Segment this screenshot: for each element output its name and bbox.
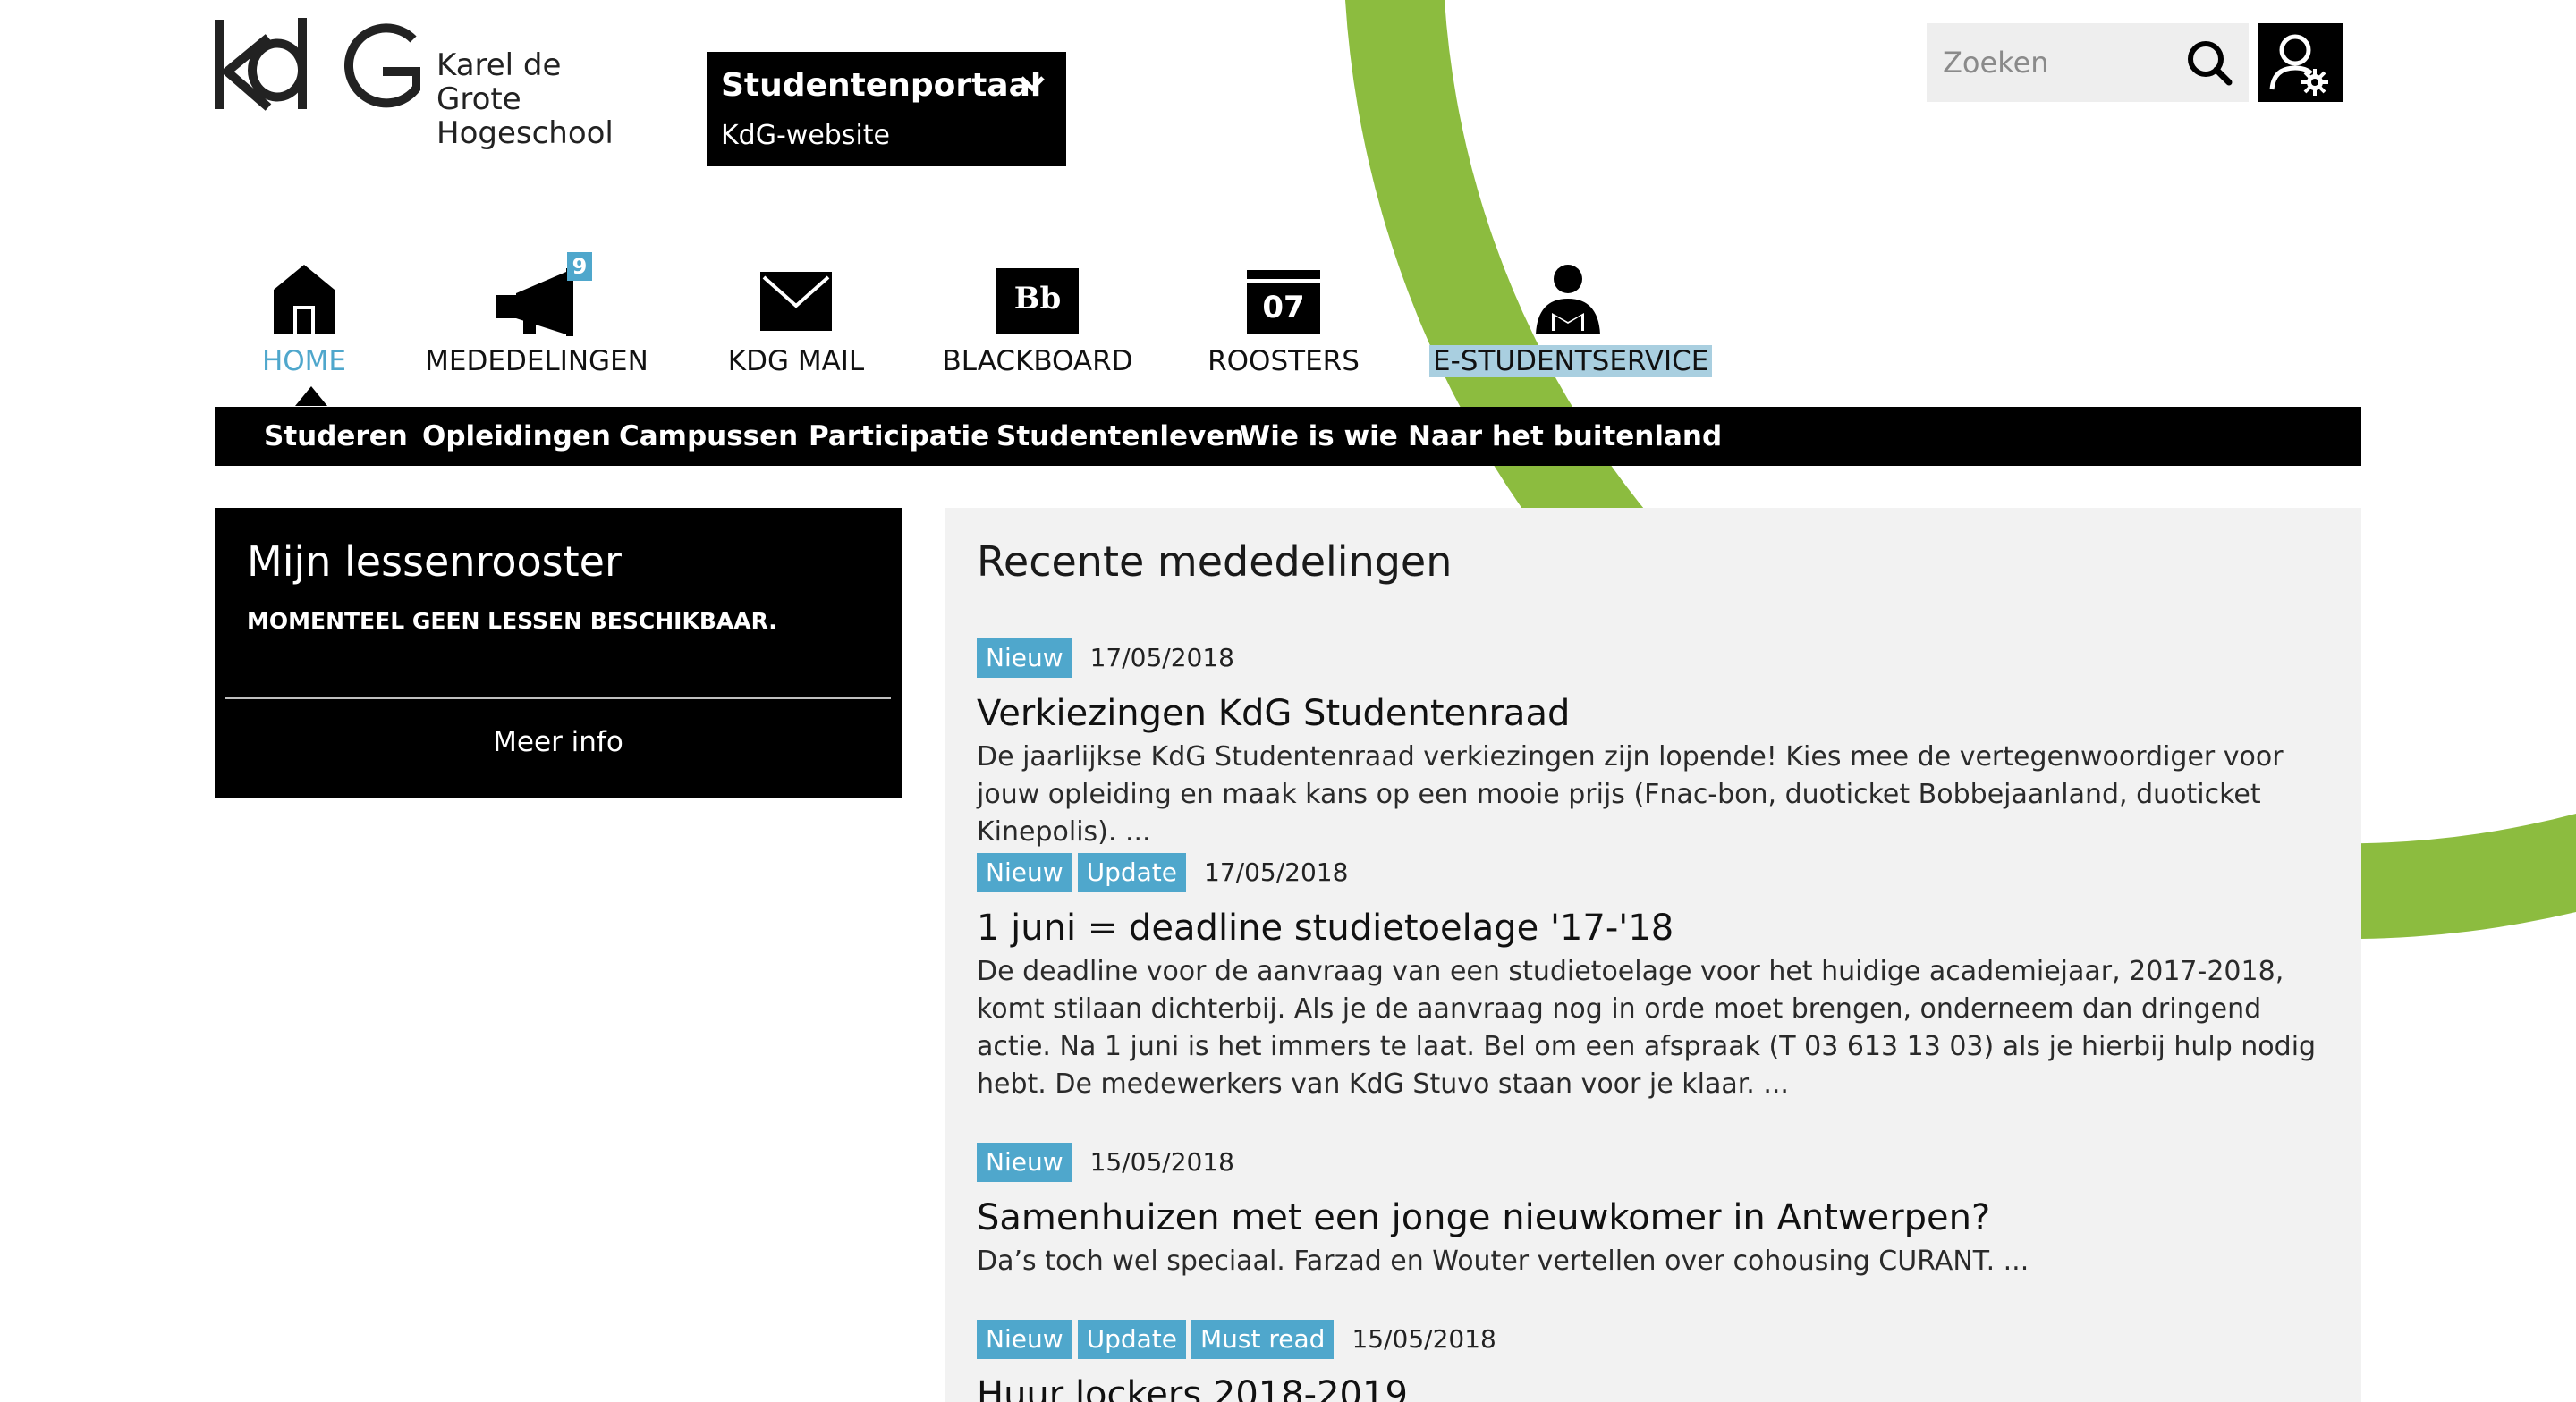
kdg-logo-name: Karel de Grote Hogeschool — [436, 47, 614, 151]
announcement-date: 15/05/2018 — [1352, 1324, 1496, 1354]
nav-kdg-mail[interactable]: KDG MAIL — [716, 252, 877, 384]
nav-home[interactable]: HOME — [242, 252, 367, 384]
calendar-icon-text: 07 — [1262, 290, 1305, 325]
search-box — [1927, 23, 2249, 102]
subnav-item-campussen[interactable]: Campussen — [619, 407, 798, 466]
announcement-date: 17/05/2018 — [1204, 857, 1349, 887]
subnav-item-opleidingen[interactable]: Opleidingen — [422, 407, 611, 466]
schedule-title: Mijn lessenrooster — [247, 537, 622, 586]
subnav-item-participatie[interactable]: Participatie — [809, 407, 989, 466]
nav-kdg-mail-label: KDG MAIL — [727, 345, 865, 377]
announcement-title[interactable]: 1 juni = deadline studietoelage '17-'18 — [977, 905, 2327, 951]
schedule-more-info-link[interactable]: Meer info — [215, 722, 902, 762]
announcement-item[interactable]: Nieuw Update Must read 15/05/2018 Huur lock… — [977, 1320, 2327, 1402]
nav-blackboard-label: BLACKBOARD — [942, 345, 1133, 377]
kdg-logo[interactable]: Karel de Grote Hogeschool — [213, 18, 642, 150]
schedule-divider — [225, 697, 891, 699]
profile-settings-button[interactable] — [2258, 23, 2343, 102]
student-service-icon — [1536, 265, 1600, 334]
tag-badge: Must read — [1191, 1320, 1335, 1359]
tag-badge: Nieuw — [977, 1320, 1072, 1359]
nav-e-studentservice[interactable]: E-STUDENTSERVICE — [1429, 252, 1713, 384]
kdg-logo-mark — [215, 18, 420, 111]
tag-badge: Nieuw — [977, 638, 1072, 678]
announcements-title: Recente mededelingen — [977, 537, 1453, 586]
search-input[interactable] — [1941, 36, 2168, 89]
announcements-panel: Recente mededelingen Nieuw 17/05/2018 Ver… — [945, 508, 2361, 1402]
announcement-title[interactable]: Samenhuizen met een jonge nieuwkomer in … — [977, 1195, 2327, 1241]
announcement-date: 15/05/2018 — [1089, 1147, 1234, 1177]
user-settings-icon — [2269, 34, 2328, 96]
tag-badge: Update — [1077, 853, 1187, 892]
announcement-excerpt: De jaarlijkse KdG Studentenraad verkiezi… — [977, 741, 2284, 848]
announcement-excerpt: Da’s toch wel speciaal. Farzad en Wouter… — [977, 1246, 2029, 1277]
chevron-down-icon[interactable] — [1018, 73, 1046, 95]
home-icon — [274, 265, 335, 334]
sub-navigation: Studeren Opleidingen Campussen Participa… — [215, 407, 2361, 466]
blackboard-icon-text: Bb — [1013, 281, 1062, 317]
tag-badge: Update — [1077, 1320, 1187, 1359]
announcement-date: 17/05/2018 — [1089, 643, 1234, 672]
subnav-item-studeren[interactable]: Studeren — [264, 407, 408, 466]
nav-home-label: HOME — [261, 345, 347, 377]
announcement-title[interactable]: Huur lockers 2018-2019 — [977, 1372, 2327, 1402]
nav-blackboard[interactable]: Bb BLACKBOARD — [939, 252, 1136, 384]
mededelingen-count-badge: 9 — [567, 252, 592, 281]
schedule-empty-message: MOMENTEEL GEEN LESSEN BESCHIKBAAR. — [247, 608, 777, 634]
announcement-title[interactable]: Verkiezingen KdG Studentenraad — [977, 690, 2327, 737]
portal-switch-current[interactable]: Studentenportaal — [721, 61, 1041, 111]
nav-mededelingen-label: MEDEDELINGEN — [425, 345, 648, 377]
subnav-item-naar-het-buitenland[interactable]: Naar het buitenland — [1408, 407, 1722, 466]
nav-roosters-label: ROOSTERS — [1208, 345, 1360, 377]
nav-roosters[interactable]: 07 ROOSTERS — [1199, 252, 1368, 384]
portal-switch-option-kdg-website[interactable]: KdG-website — [721, 114, 890, 157]
announcement-item[interactable]: Nieuw 15/05/2018 Samenhuizen met een jong… — [977, 1143, 2327, 1280]
search-icon[interactable] — [2179, 32, 2240, 93]
envelope-icon — [760, 272, 832, 331]
nav-e-studentservice-label: E-STUDENTSERVICE — [1429, 342, 1713, 381]
portal-switch-dropdown[interactable]: Studentenportaal KdG-website — [707, 52, 1066, 166]
active-nav-pointer — [295, 386, 327, 406]
schedule-panel: Mijn lessenrooster MOMENTEEL GEEN LESSEN… — [215, 508, 902, 798]
subnav-item-wie-is-wie[interactable]: Wie is wie — [1240, 407, 1398, 466]
tag-badge: Nieuw — [977, 1143, 1072, 1182]
announcement-item[interactable]: Nieuw 17/05/2018 Verkiezingen KdG Student… — [977, 638, 2327, 851]
subnav-item-studentenleven[interactable]: Studentenleven — [996, 407, 1244, 466]
announcement-item[interactable]: Nieuw Update 17/05/2018 1 juni = deadline … — [977, 853, 2327, 1103]
nav-mededelingen[interactable]: MEDEDELINGEN — [420, 252, 653, 384]
announcement-excerpt: De deadline voor de aanvraag van een stu… — [977, 956, 2317, 1100]
tag-badge: Nieuw — [977, 853, 1072, 892]
